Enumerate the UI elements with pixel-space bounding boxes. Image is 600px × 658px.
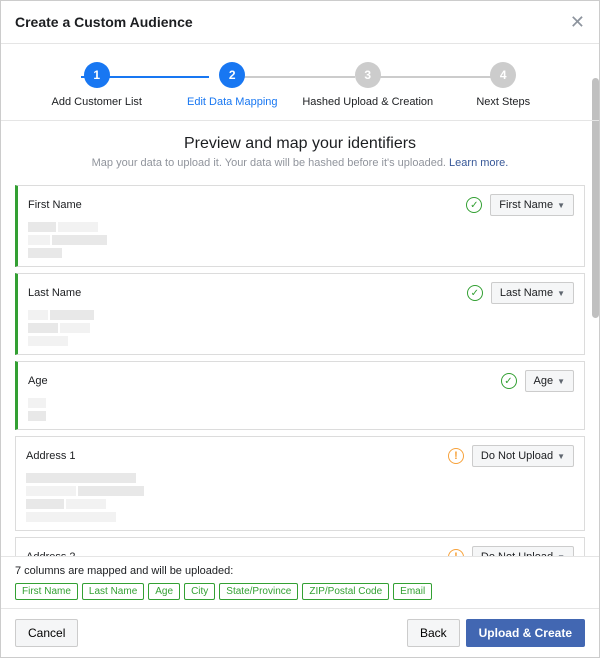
close-icon[interactable]: ✕	[570, 13, 585, 31]
modal-footer: Cancel Back Upload & Create	[1, 608, 599, 657]
modal-header: Create a Custom Audience ✕	[1, 1, 599, 44]
mapped-columns-tags: First Name Last Name Age City State/Prov…	[15, 583, 585, 600]
step-label: Hashed Upload & Creation	[300, 96, 436, 108]
data-preview	[28, 398, 574, 421]
modal-title: Create a Custom Audience	[15, 14, 193, 30]
field-label: Age	[28, 375, 48, 387]
tag-first-name: First Name	[15, 583, 78, 600]
warning-icon: !	[448, 448, 464, 464]
step-hashed-upload: 3 Hashed Upload & Creation	[300, 62, 436, 108]
field-label: First Name	[28, 199, 82, 211]
step-number: 1	[84, 62, 110, 88]
caret-down-icon: ▼	[557, 201, 565, 210]
mapping-dropdown[interactable]: First Name ▼	[490, 194, 574, 216]
field-last-name: Last Name ✓ Last Name ▼	[15, 273, 585, 355]
field-first-name: First Name ✓ First Name ▼	[15, 185, 585, 267]
field-age: Age ✓ Age ▼	[15, 361, 585, 430]
step-number: 3	[355, 62, 381, 88]
step-number: 2	[219, 62, 245, 88]
step-label: Next Steps	[436, 96, 572, 108]
mapping-dropdown[interactable]: Age ▼	[525, 370, 575, 392]
tag-zip: ZIP/Postal Code	[302, 583, 389, 600]
preview-title: Preview and map your identifiers	[11, 135, 589, 153]
tag-age: Age	[148, 583, 180, 600]
step-edit-data-mapping[interactable]: 2 Edit Data Mapping	[165, 62, 301, 108]
check-icon: ✓	[466, 197, 482, 213]
field-address-2: Address 2 ! Do Not Upload ▼	[15, 537, 585, 556]
step-add-customer-list[interactable]: 1 Add Customer List	[29, 62, 165, 108]
tag-last-name: Last Name	[82, 583, 144, 600]
caret-down-icon: ▼	[557, 452, 565, 461]
field-label: Address 1	[26, 450, 76, 462]
custom-audience-modal: Create a Custom Audience ✕ 1 Add Custome…	[0, 0, 600, 658]
preview-subtitle: Map your data to upload it. Your data wi…	[11, 157, 589, 169]
mapping-dropdown[interactable]: Last Name ▼	[491, 282, 574, 304]
back-button[interactable]: Back	[407, 619, 460, 647]
summary-text: 7 columns are mapped and will be uploade…	[15, 565, 585, 577]
caret-down-icon: ▼	[557, 377, 565, 386]
mapping-dropdown[interactable]: Do Not Upload ▼	[472, 546, 574, 556]
field-address-1: Address 1 ! Do Not Upload ▼	[15, 436, 585, 531]
data-preview	[28, 310, 574, 346]
step-label: Edit Data Mapping	[165, 96, 301, 108]
preview-header: Preview and map your identifiers Map you…	[1, 121, 599, 179]
step-label: Add Customer List	[29, 96, 165, 108]
field-label: Last Name	[28, 287, 81, 299]
tag-city: City	[184, 583, 215, 600]
mapping-dropdown[interactable]: Do Not Upload ▼	[472, 445, 574, 467]
field-mapping-list: First Name ✓ First Name ▼	[1, 179, 599, 556]
tag-state: State/Province	[219, 583, 298, 600]
learn-more-link[interactable]: Learn more.	[449, 157, 508, 169]
caret-down-icon: ▼	[557, 553, 565, 557]
check-icon: ✓	[467, 285, 483, 301]
upload-create-button[interactable]: Upload & Create	[466, 619, 585, 647]
cancel-button[interactable]: Cancel	[15, 619, 78, 647]
field-label: Address 2	[26, 551, 76, 556]
upload-summary: 7 columns are mapped and will be uploade…	[1, 556, 599, 608]
modal-content: 1 Add Customer List 2 Edit Data Mapping …	[1, 44, 599, 556]
step-next-steps: 4 Next Steps	[436, 62, 572, 108]
check-icon: ✓	[501, 373, 517, 389]
step-number: 4	[490, 62, 516, 88]
caret-down-icon: ▼	[557, 289, 565, 298]
data-preview	[26, 473, 574, 522]
tag-email: Email	[393, 583, 432, 600]
data-preview	[28, 222, 574, 258]
warning-icon: !	[448, 549, 464, 556]
wizard-steps: 1 Add Customer List 2 Edit Data Mapping …	[1, 44, 599, 121]
